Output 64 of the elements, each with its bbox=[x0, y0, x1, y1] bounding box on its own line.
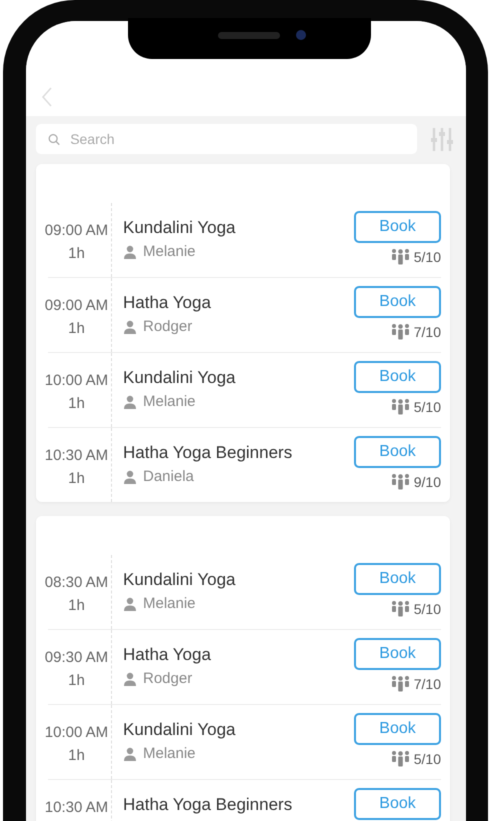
spots-count: 7/10 bbox=[414, 324, 441, 340]
person-icon bbox=[123, 672, 137, 686]
instructor-name: Melanie bbox=[143, 243, 196, 260]
class-name: Kundalini Yoga bbox=[123, 368, 237, 388]
class-name: Hatha Yoga Beginners bbox=[123, 795, 294, 815]
class-duration: 1h bbox=[68, 245, 85, 262]
class-time: 08:30 AM bbox=[44, 574, 108, 591]
book-button[interactable]: Book bbox=[354, 361, 441, 393]
person-icon bbox=[123, 470, 137, 484]
book-button[interactable]: Book bbox=[354, 713, 441, 745]
search-input[interactable]: Search bbox=[70, 131, 405, 147]
group-icon bbox=[390, 398, 410, 415]
group-icon bbox=[390, 675, 410, 692]
instructor-name: Rodger bbox=[143, 670, 192, 687]
spots-count: 5/10 bbox=[414, 248, 441, 264]
class-time: 10:00 AM bbox=[44, 372, 108, 389]
instructor-name: Melanie bbox=[143, 745, 196, 762]
class-time: 09:00 AM bbox=[44, 297, 108, 314]
group-icon bbox=[390, 473, 410, 490]
group-icon bbox=[390, 248, 410, 265]
search-icon bbox=[48, 132, 60, 146]
group-icon bbox=[390, 750, 410, 767]
spots-count: 5/10 bbox=[414, 600, 441, 616]
class-name: Kundalini Yoga bbox=[123, 720, 237, 740]
instructor-name: Melanie bbox=[143, 393, 196, 410]
instructor-name: Melanie bbox=[143, 595, 196, 612]
class-name: Hatha Yoga Beginners bbox=[123, 443, 294, 463]
book-button[interactable]: Book bbox=[354, 638, 441, 670]
class-name: Hatha Yoga bbox=[123, 293, 212, 313]
class-time: 10:30 AM bbox=[44, 799, 108, 816]
instructor-name: Daniela bbox=[143, 468, 194, 485]
spots-count: 5/10 bbox=[414, 750, 441, 766]
class-duration: 1h bbox=[68, 597, 85, 614]
class-name: Kundalini Yoga bbox=[123, 218, 237, 238]
person-icon bbox=[123, 596, 137, 610]
spots-count: 9/10 bbox=[414, 474, 441, 490]
class-time: 10:30 AM bbox=[44, 447, 108, 464]
person-icon bbox=[123, 746, 137, 760]
group-icon bbox=[390, 600, 410, 617]
book-button[interactable]: Book bbox=[354, 563, 441, 595]
book-button[interactable]: Book bbox=[354, 788, 441, 820]
book-button[interactable]: Book bbox=[354, 286, 441, 318]
back-icon[interactable] bbox=[41, 87, 53, 107]
search-field[interactable]: Search bbox=[36, 124, 417, 154]
class-name: Kundalini Yoga bbox=[123, 570, 237, 590]
class-duration: 1h bbox=[68, 672, 85, 689]
book-button[interactable]: Book bbox=[354, 436, 441, 468]
person-icon bbox=[123, 394, 137, 408]
class-duration: 1h bbox=[68, 395, 85, 412]
spots-count: 7/10 bbox=[414, 676, 441, 692]
class-time: 09:00 AM bbox=[44, 222, 108, 239]
class-duration: 1h bbox=[68, 320, 85, 337]
group-icon bbox=[390, 323, 410, 340]
filter-icon[interactable] bbox=[430, 126, 454, 152]
class-time: 09:30 AM bbox=[44, 649, 108, 666]
class-time: 10:00 AM bbox=[44, 724, 108, 741]
spots-count: 5/10 bbox=[414, 398, 441, 414]
book-button[interactable]: Book bbox=[354, 211, 441, 243]
instructor-name: Rodger bbox=[143, 318, 192, 335]
class-name: Hatha Yoga bbox=[123, 645, 212, 665]
class-duration: 1h bbox=[68, 470, 85, 487]
person-icon bbox=[123, 244, 137, 258]
person-icon bbox=[123, 320, 137, 334]
class-duration: 1h bbox=[68, 747, 85, 764]
